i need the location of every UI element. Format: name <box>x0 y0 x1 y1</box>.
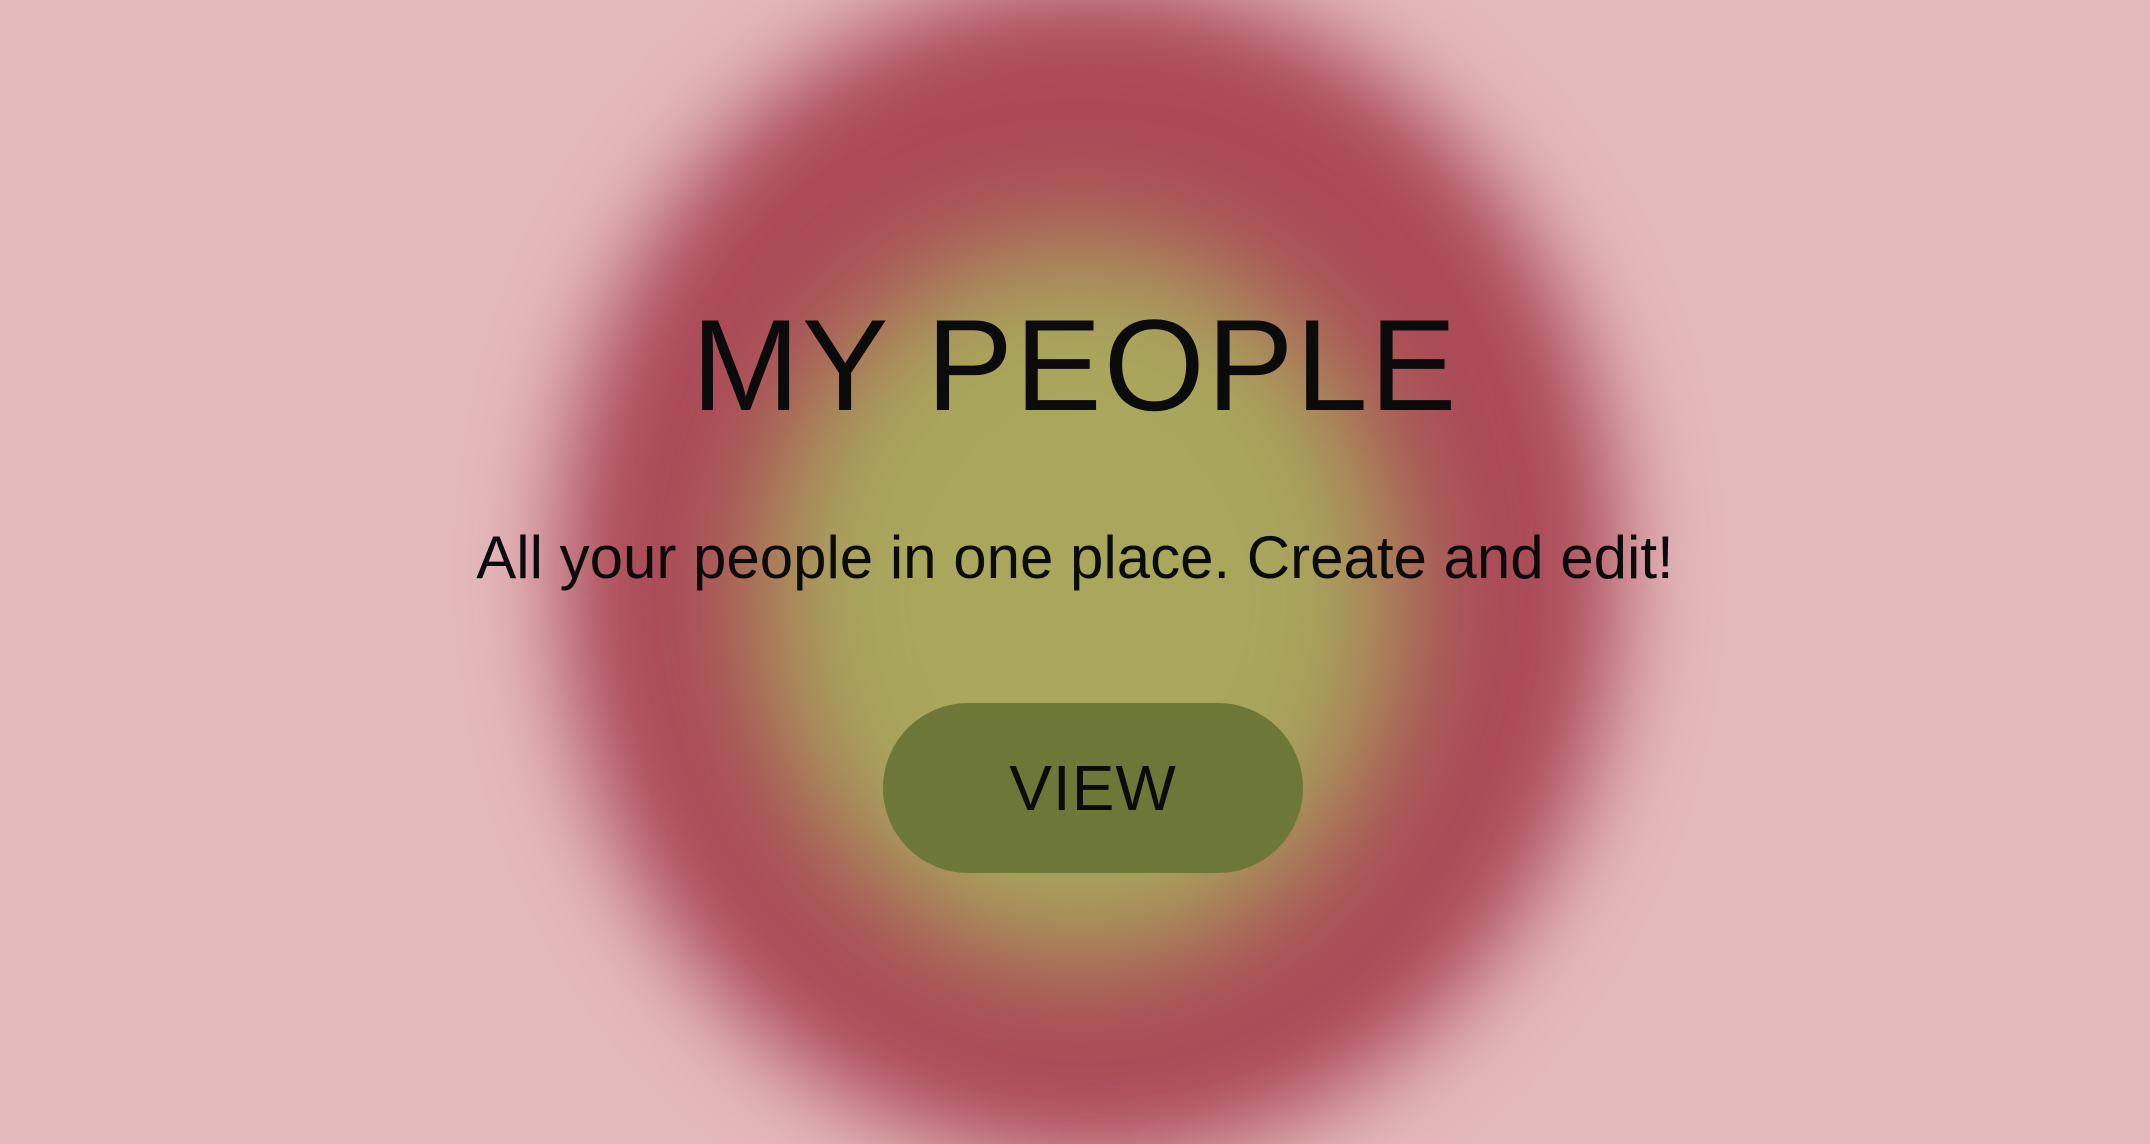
page-subtitle: All your people in one place. Create and… <box>476 524 1674 591</box>
page-title: MY PEOPLE <box>691 292 1459 438</box>
view-button[interactable]: VIEW <box>883 703 1303 873</box>
hero-section: MY PEOPLE All your people in one place. … <box>0 0 2150 1144</box>
